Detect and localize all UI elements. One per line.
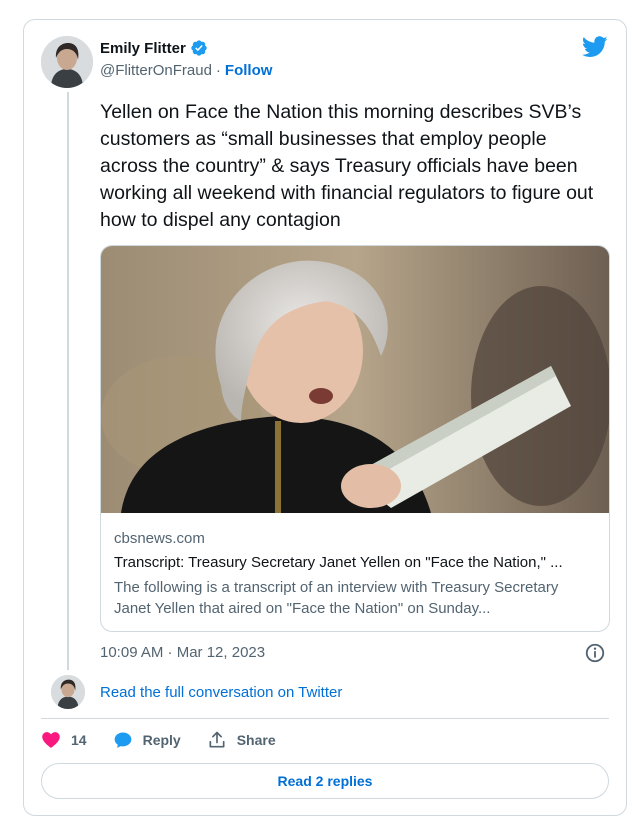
conversation-avatar[interactable] <box>51 675 85 709</box>
verified-badge-icon <box>191 40 207 56</box>
author-name[interactable]: Emily Flitter <box>100 39 208 57</box>
divider <box>41 718 609 719</box>
info-icon[interactable] <box>584 642 606 664</box>
author-handle[interactable]: @FlitterOnFraud <box>100 62 212 79</box>
share-icon <box>209 731 225 748</box>
action-bar: 14 Reply Share <box>41 730 302 750</box>
link-preview-card[interactable]: cbsnews.com Transcript: Treasury Secreta… <box>100 245 610 632</box>
reply-label: Reply <box>142 732 181 748</box>
link-meta: cbsnews.com Transcript: Treasury Secreta… <box>114 529 598 619</box>
follow-link[interactable]: Follow <box>225 62 273 79</box>
tweet-embed-card: Emily Flitter @FlitterOnFraud · Follow Yel… <box>23 19 627 816</box>
separator-dot: · <box>215 62 221 79</box>
tweet-timestamp[interactable]: 10:09 AM · Mar 12, 2023 <box>100 644 265 661</box>
author-avatar[interactable] <box>41 36 93 88</box>
like-count: 14 <box>71 732 87 748</box>
tweet-text: Yellen on Face the Nation this morning d… <box>100 101 594 231</box>
read-replies-button[interactable]: Read 2 replies <box>41 763 609 799</box>
share-label: Share <box>236 732 276 748</box>
handle-row: @FlitterOnFraud · Follow <box>100 62 272 79</box>
author-name-text: Emily Flitter <box>100 39 186 57</box>
link-preview-image <box>101 246 609 513</box>
link-domain: cbsnews.com <box>114 530 205 547</box>
read-conversation-link[interactable]: Read the full conversation on Twitter <box>100 684 342 701</box>
link-title: Transcript: Treasury Secretary Janet Yel… <box>114 554 563 571</box>
twitter-bird-icon[interactable] <box>582 36 608 58</box>
heart-icon <box>42 732 60 748</box>
like-button[interactable]: 14 <box>41 730 87 750</box>
reply-button[interactable]: Reply <box>113 730 181 750</box>
reply-bubble-icon <box>114 732 131 748</box>
thread-line <box>67 92 69 670</box>
link-description: The following is a transcript of an inte… <box>114 579 559 617</box>
share-button[interactable]: Share <box>207 730 276 750</box>
